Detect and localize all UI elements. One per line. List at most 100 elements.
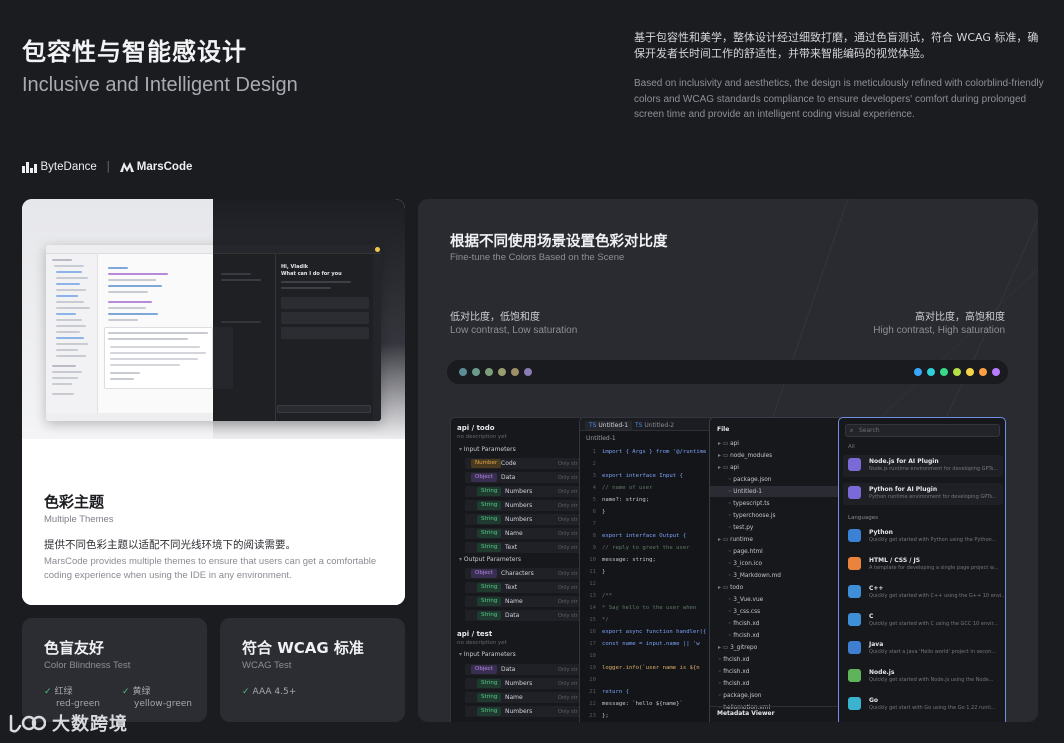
param-type-tag: Object [471,473,497,482]
template-desc: Quickly get start with Go using the Go 1… [869,705,996,711]
param-name: Text [505,583,518,591]
param-type-tag: String [477,501,502,510]
bytedance-logo-icon [22,161,37,173]
code-line[interactable]: /** [602,592,612,600]
param-name: Name [505,597,523,605]
line-number: 16 [589,629,596,635]
code-line[interactable]: // name of user [602,484,653,492]
file-item[interactable]: ◦ fhcish.xd [718,668,749,676]
code-line[interactable]: }; [602,712,609,720]
code-line[interactable]: logger.info(`user name is ${n [602,664,700,672]
code-line[interactable]: message: string; [602,556,656,564]
low-contrast-swatch [498,368,506,376]
line-number: 14 [589,605,596,611]
file-item[interactable]: ◦ package.json [718,692,761,700]
code-line[interactable]: import { Args } from '@/runtime [602,448,706,456]
param-required-label: Only str [558,516,578,523]
tree-item-label: test.py [733,525,754,531]
high-contrast-swatch [979,368,987,376]
code-line[interactable]: const name = input.name || 'w [602,640,700,648]
contrast-slider[interactable] [447,360,1008,384]
code-line[interactable]: } [602,508,605,516]
file-item[interactable]: ◦ 3_css.css [728,608,760,616]
high-contrast-swatch [992,368,1000,376]
file-item[interactable]: ◦ Untitled-1 [728,488,762,496]
file-item[interactable]: ◦ 3_Markdown.md [728,572,781,580]
line-number: 21 [589,689,596,695]
tree-item-label: 3_gitrepo [730,645,758,651]
folder-item[interactable]: ▸ ▭ node_modules [718,452,772,460]
param-required-label: Only str [558,584,578,591]
watermark-text: 大数跨境 [52,714,128,735]
folder-item[interactable]: ▸ ▭ runtime [718,536,753,544]
template-title: Java [869,641,884,648]
template-desc: Quickly get started with Python using th… [869,537,997,543]
param-type-tag: String [477,583,502,592]
low-contrast-swatch [472,368,480,376]
tree-item-label: todo [730,585,744,591]
file-item[interactable]: ◦ fhcish.xd [728,632,759,640]
intro-text-en: Based on inclusivity and aesthetics, the… [634,78,1044,120]
editor-tab-untitled-2[interactable]: TS Untitled-2 [635,421,674,430]
file-item[interactable]: ◦ test.py [728,524,753,532]
file-item[interactable]: ◦ 3_Vue.vue [728,596,763,604]
input-params-label: ▾ Input Parameters [459,651,516,658]
themes-title: 色彩主题 [44,493,105,511]
file-item[interactable]: ◦ typescript.ts [728,500,770,508]
folder-item[interactable]: ▸ ▭ api [718,464,739,472]
template-desc: Quickly get started with C using the GCC… [869,621,998,627]
folder-item[interactable]: ▸ ▭ todo [718,584,743,592]
folder-icon: ▸ ▭ [718,465,731,471]
check-icon: ✓ [44,687,52,697]
template-title: C [869,613,874,620]
code-line[interactable]: */ [602,616,609,624]
code-line[interactable]: return { [602,688,629,696]
folder-icon: ▸ ▭ [718,585,731,591]
template-icon [848,585,861,598]
param-name: Numbers [505,707,533,715]
file-item[interactable]: ◦ page.html [728,548,763,556]
high-contrast-swatch [914,368,922,376]
line-number: 18 [589,653,596,659]
tree-item-label: fhcish.xd [723,669,750,675]
editor-tab-untitled-1[interactable]: TS Untitled-1 [585,421,633,430]
high-contrast-label-cn: 高对比度，高饱和度 [915,312,1005,323]
file-item[interactable]: ◦ typerchoose.js [728,512,776,520]
tree-item-label: page.html [733,549,763,555]
code-line[interactable]: export interface Input { [602,472,683,480]
ide-screenshot: Hi, Vladik What can I do for you [46,245,381,421]
code-line[interactable]: export async function handler({ [602,628,706,636]
folder-item[interactable]: ▸ ▭ 3_gitrepo [718,644,757,652]
low-contrast-swatch [459,368,467,376]
themes-card: Hi, Vladik What can I do for you 色彩主题 Mu… [22,199,405,605]
tree-item-label: node_modules [730,453,773,459]
code-line[interactable]: message: `hello ${name}` [602,700,683,708]
template-desc: Quickly get started with Node.js using t… [869,677,994,683]
param-type-tag: String [477,679,502,688]
code-line[interactable]: } [602,568,605,576]
code-line[interactable]: * Say hello to the user when [602,604,696,612]
param-type-tag: Object [471,569,497,578]
file-item[interactable]: ◦ fhcish.xd [718,656,749,664]
template-search-input[interactable]: ⌕ Search [845,424,1000,437]
tree-item-label: 3_Markdown.md [733,573,781,579]
file-item[interactable]: ◦ 3_icon.ico [728,560,762,568]
param-name: Data [505,611,520,619]
high-contrast-swatch [927,368,935,376]
line-number: 22 [589,701,596,707]
code-line[interactable]: export interface Output { [602,532,686,540]
wcag-title: 符合 WCAG 标准 [242,639,364,657]
contrast-title: 根据不同使用场景设置色彩对比度 [450,234,668,250]
code-line[interactable]: // reply to greet the user [602,544,690,552]
folder-item[interactable]: ▸ ▭ api [718,440,739,448]
file-item[interactable]: ◦ fhcish.xd [718,680,749,688]
line-number: 9 [592,545,596,551]
file-item[interactable]: ◦ fhcish.xd [728,620,759,628]
template-icon [848,613,861,626]
code-line[interactable]: name?: string; [602,496,649,504]
line-number: 10 [589,557,596,563]
param-type-tag: Number [471,459,502,468]
file-item[interactable]: ◦ package.json [728,476,771,484]
file-explorer-pane: File ▸ ▭ api ▸ ▭ node_modules ▸ ▭ api ◦ pac… [709,417,843,722]
api-path-desc: no description yet [457,434,507,440]
